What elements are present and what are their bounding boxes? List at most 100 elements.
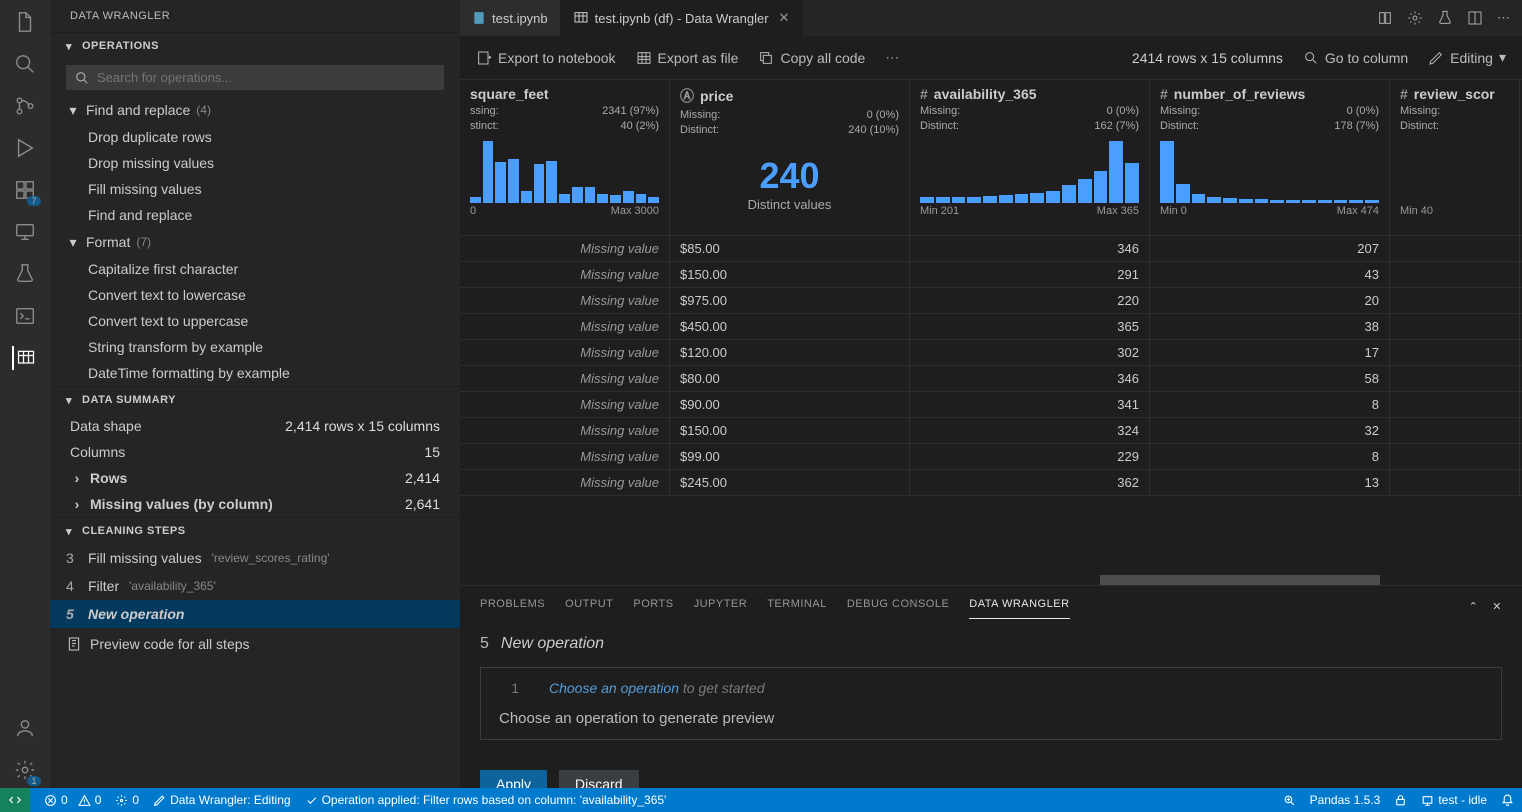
op-category-format[interactable]: ▾ Format (7) xyxy=(50,228,460,256)
cell[interactable]: 324 xyxy=(910,418,1150,443)
panel-tab-ports[interactable]: PORTS xyxy=(633,594,673,619)
cell[interactable] xyxy=(1390,262,1520,287)
op-item[interactable]: Convert text to uppercase xyxy=(50,308,460,334)
op-item[interactable]: Convert text to lowercase xyxy=(50,282,460,308)
cell[interactable]: $450.00 xyxy=(670,314,910,339)
cell[interactable] xyxy=(1390,470,1520,495)
gear-icon[interactable] xyxy=(1407,10,1423,26)
cell[interactable]: 362 xyxy=(910,470,1150,495)
cell[interactable]: 346 xyxy=(910,366,1150,391)
panel-tab-datawrangler[interactable]: DATA WRANGLER xyxy=(969,594,1069,619)
cell[interactable]: 17 xyxy=(1150,340,1390,365)
cell[interactable]: 8 xyxy=(1150,392,1390,417)
more-icon[interactable]: ⋯ xyxy=(1497,10,1510,26)
bell-icon[interactable] xyxy=(1501,794,1514,807)
goto-column-button[interactable]: Go to column xyxy=(1303,50,1408,66)
cell[interactable]: $120.00 xyxy=(670,340,910,365)
summary-rows[interactable]: ›Rows 2,414 xyxy=(50,465,460,491)
cell[interactable]: $99.00 xyxy=(670,444,910,469)
column-header[interactable]: #number_of_reviews Missing:Distinct:0 (0… xyxy=(1150,80,1390,235)
cell[interactable] xyxy=(1390,444,1520,469)
op-category-find[interactable]: ▾ Find and replace (4) xyxy=(50,96,460,124)
op-item[interactable]: DateTime formatting by example xyxy=(50,360,460,386)
split-icon[interactable] xyxy=(1467,10,1483,26)
cell[interactable]: 291 xyxy=(910,262,1150,287)
kernel-status[interactable]: test - idle xyxy=(1421,793,1487,807)
column-header[interactable]: square_feet ssing:stinct:2341 (97%)40 (2… xyxy=(460,80,670,235)
cell[interactable]: $245.00 xyxy=(670,470,910,495)
cleaning-step-active[interactable]: 5 New operation xyxy=(50,600,460,628)
cell[interactable]: 13 xyxy=(1150,470,1390,495)
table-row[interactable]: Missing value $90.00 341 8 xyxy=(460,392,1522,418)
cell[interactable] xyxy=(1390,340,1520,365)
table-row[interactable]: Missing value $150.00 324 32 xyxy=(460,418,1522,444)
account-icon[interactable] xyxy=(13,716,37,740)
cleaning-step[interactable]: 4 Filter 'availability_365' xyxy=(50,572,460,600)
cell[interactable]: Missing value xyxy=(460,418,670,443)
cell[interactable]: $150.00 xyxy=(670,418,910,443)
column-header[interactable]: Ⓐprice Missing:Distinct:0 (0%)240 (10%)2… xyxy=(670,80,910,235)
copy-all-button[interactable]: Copy all code xyxy=(758,50,865,66)
cell[interactable]: Missing value xyxy=(460,366,670,391)
trusted-icon[interactable] xyxy=(1394,794,1407,807)
cell[interactable]: $80.00 xyxy=(670,366,910,391)
operations-header[interactable]: ▾ OPERATIONS xyxy=(50,33,460,59)
cell[interactable]: Missing value xyxy=(460,262,670,287)
op-item[interactable]: String transform by example xyxy=(50,334,460,360)
cell[interactable]: 43 xyxy=(1150,262,1390,287)
cell[interactable]: 365 xyxy=(910,314,1150,339)
cell[interactable]: Missing value xyxy=(460,444,670,469)
cell[interactable]: 38 xyxy=(1150,314,1390,339)
op-item[interactable]: Fill missing values xyxy=(50,176,460,202)
test-icon[interactable] xyxy=(13,262,37,286)
close-icon[interactable]: ✕ xyxy=(1492,600,1502,613)
errors-warnings[interactable]: 0 0 xyxy=(44,793,101,807)
pandas-version[interactable]: Pandas 1.5.3 xyxy=(1310,793,1381,807)
table-row[interactable]: Missing value $245.00 362 13 xyxy=(460,470,1522,496)
cell[interactable]: 302 xyxy=(910,340,1150,365)
cell[interactable]: Missing value xyxy=(460,392,670,417)
cell[interactable]: 58 xyxy=(1150,366,1390,391)
zoom-icon[interactable] xyxy=(1283,794,1296,807)
tab-test-ipynb[interactable]: test.ipynb xyxy=(460,0,561,36)
search-icon[interactable] xyxy=(13,52,37,76)
beaker-icon[interactable] xyxy=(1437,10,1453,26)
summary-missing[interactable]: ›Missing values (by column) 2,641 xyxy=(50,491,460,517)
data-wrangler-icon[interactable] xyxy=(12,346,36,370)
column-header[interactable]: #availability_365 Missing:Distinct:0 (0%… xyxy=(910,80,1150,235)
run-debug-icon[interactable] xyxy=(13,136,37,160)
remote-indicator[interactable] xyxy=(0,788,30,812)
table-row[interactable]: Missing value $120.00 302 17 xyxy=(460,340,1522,366)
op-item[interactable]: Drop missing values xyxy=(50,150,460,176)
panel-tab-terminal[interactable]: TERMINAL xyxy=(767,594,827,619)
chevron-up-icon[interactable]: ⌃ xyxy=(1469,600,1479,613)
source-control-icon[interactable] xyxy=(13,94,37,118)
horizontal-scrollbar[interactable] xyxy=(460,575,1522,585)
panel-tab-problems[interactable]: PROBLEMS xyxy=(480,594,545,619)
summary-header[interactable]: ▾ DATA SUMMARY xyxy=(50,387,460,413)
cell[interactable]: Missing value xyxy=(460,314,670,339)
book-icon[interactable] xyxy=(1377,10,1393,26)
remote-explorer-icon[interactable] xyxy=(13,220,37,244)
cell[interactable]: $90.00 xyxy=(670,392,910,417)
terminal-icon[interactable] xyxy=(13,304,37,328)
panel-tab-jupyter[interactable]: JUPYTER xyxy=(694,594,748,619)
ports-status[interactable]: 0 xyxy=(115,793,139,807)
panel-tab-debug[interactable]: DEBUG CONSOLE xyxy=(847,594,949,619)
cell[interactable]: Missing value xyxy=(460,288,670,313)
steps-header[interactable]: ▾ CLEANING STEPS xyxy=(50,518,460,544)
cell[interactable] xyxy=(1390,392,1520,417)
search-input[interactable] xyxy=(97,70,435,85)
cell[interactable] xyxy=(1390,314,1520,339)
cell[interactable]: 220 xyxy=(910,288,1150,313)
export-file-button[interactable]: Export as file xyxy=(636,50,739,66)
cell[interactable]: Missing value xyxy=(460,236,670,261)
cell[interactable]: $975.00 xyxy=(670,288,910,313)
more-icon[interactable]: ⋯ xyxy=(885,49,899,66)
cleaning-step[interactable]: 3 Fill missing values 'review_scores_rat… xyxy=(50,544,460,572)
cell[interactable]: Missing value xyxy=(460,470,670,495)
cell[interactable]: 341 xyxy=(910,392,1150,417)
cell[interactable] xyxy=(1390,236,1520,261)
tab-data-wrangler[interactable]: test.ipynb (df) - Data Wrangler ✕ xyxy=(561,0,803,36)
mode-dropdown[interactable]: Editing ▾ xyxy=(1428,49,1506,66)
